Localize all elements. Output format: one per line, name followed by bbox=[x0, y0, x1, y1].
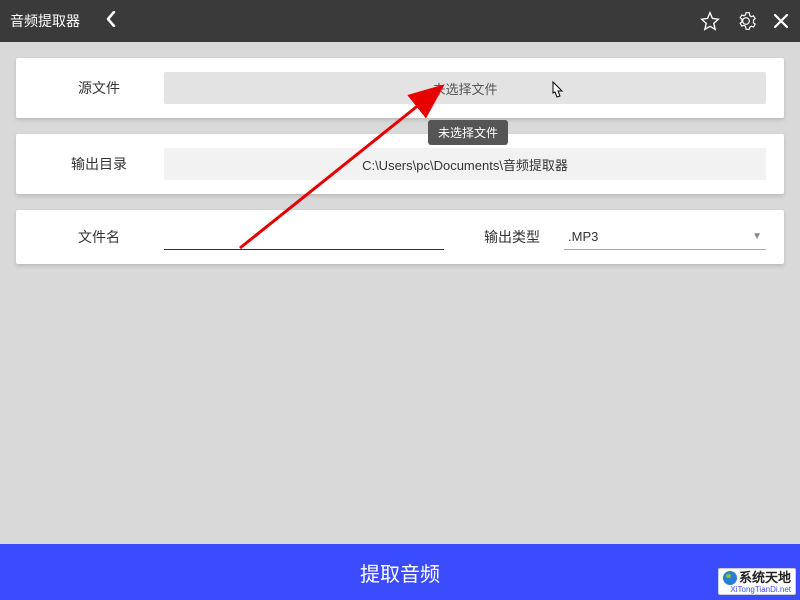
gear-icon[interactable] bbox=[736, 11, 756, 31]
filename-input[interactable] bbox=[164, 224, 444, 250]
output-dir-value: C:\Users\pc\Documents\音频提取器 bbox=[362, 155, 568, 174]
filename-output-row: 输出类型 .MP3 ▼ bbox=[164, 224, 766, 250]
watermark-sub: XiTongTianDi.net bbox=[723, 586, 791, 594]
close-icon[interactable] bbox=[772, 12, 790, 30]
output-type-label: 输出类型 bbox=[484, 227, 564, 247]
source-file-field[interactable]: 未选择文件 bbox=[164, 72, 766, 104]
header-actions bbox=[700, 11, 790, 31]
app-title: 音频提取器 bbox=[10, 11, 80, 31]
source-file-panel: 源文件 未选择文件 bbox=[16, 58, 784, 118]
output-dir-label: 输出目录 bbox=[34, 154, 164, 174]
extract-button-label: 提取音频 bbox=[360, 558, 440, 587]
output-type-select[interactable]: .MP3 ▼ bbox=[564, 224, 766, 250]
back-button[interactable] bbox=[100, 10, 122, 33]
filename-output-panel: 文件名 输出类型 .MP3 ▼ bbox=[16, 210, 784, 264]
watermark-main: 系统天地 bbox=[739, 570, 791, 585]
filename-label: 文件名 bbox=[34, 227, 164, 247]
source-file-label: 源文件 bbox=[34, 78, 164, 98]
chevron-down-icon: ▼ bbox=[752, 231, 762, 242]
output-type-value: .MP3 bbox=[568, 229, 598, 244]
globe-icon bbox=[723, 571, 737, 585]
extract-button[interactable]: 提取音频 bbox=[0, 544, 800, 600]
output-dir-panel: 输出目录 C:\Users\pc\Documents\音频提取器 bbox=[16, 134, 784, 194]
source-file-placeholder: 未选择文件 bbox=[432, 79, 497, 98]
source-file-tooltip: 未选择文件 bbox=[428, 120, 508, 145]
favorite-icon[interactable] bbox=[700, 11, 720, 31]
title-bar: 音频提取器 bbox=[0, 0, 800, 42]
watermark: 系统天地 XiTongTianDi.net bbox=[718, 568, 796, 595]
output-dir-field[interactable]: C:\Users\pc\Documents\音频提取器 bbox=[164, 148, 766, 180]
